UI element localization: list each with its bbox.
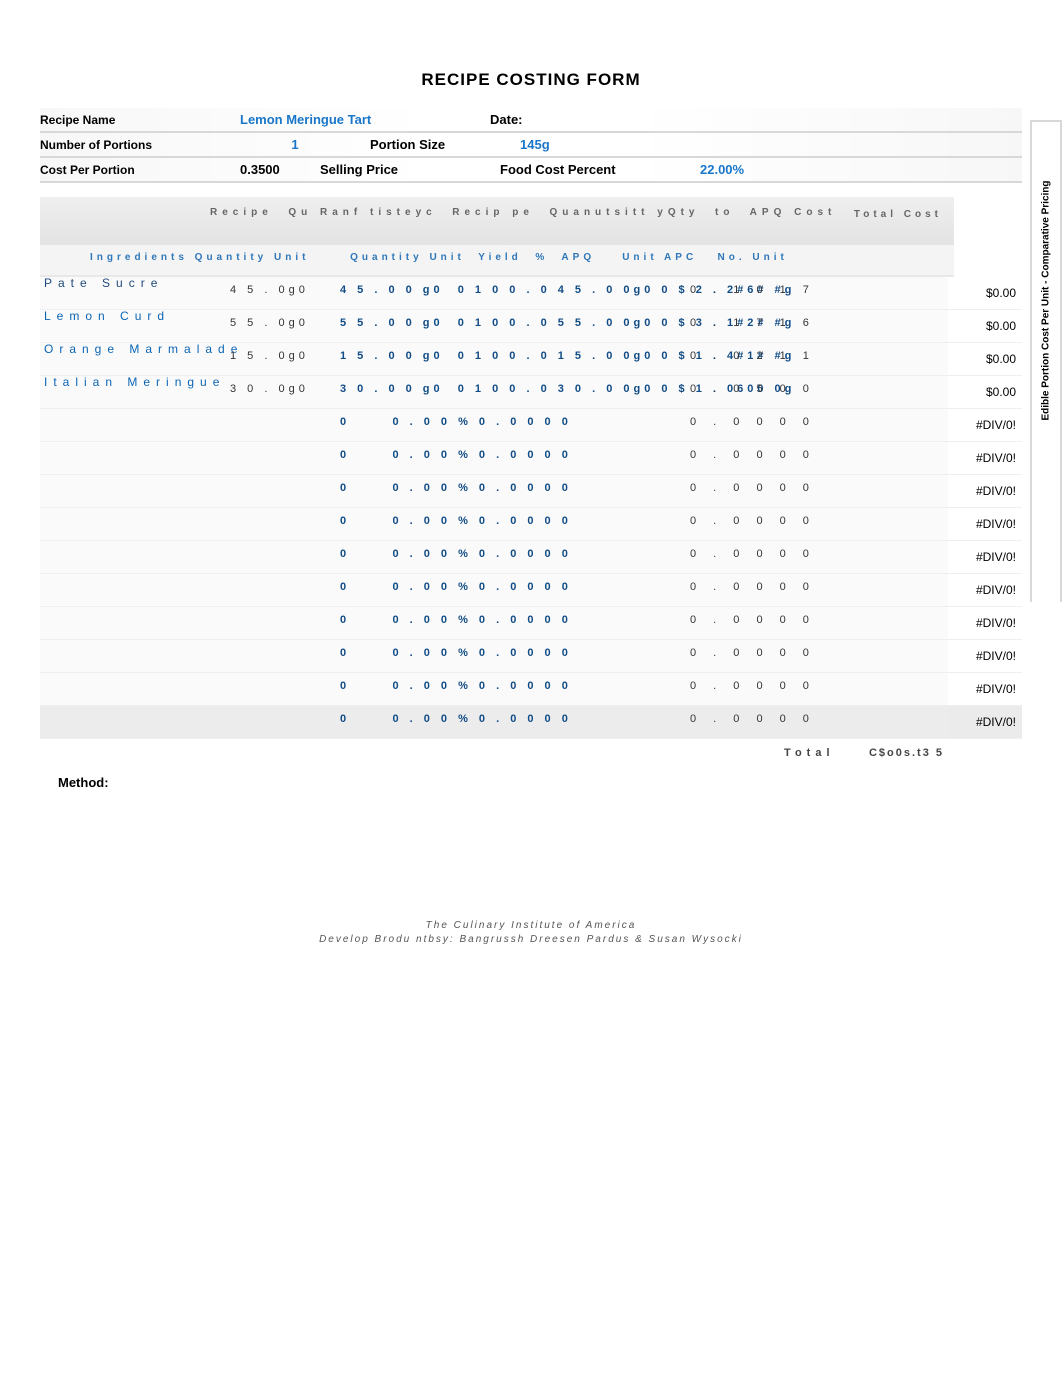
row-comparative-price: #DIV/0! (948, 550, 1022, 564)
row-comparative-price: #DIV/0! (948, 715, 1022, 729)
row-mid-values: 0 0 . 0 0 % 0 . 0 0 0 0 (340, 515, 572, 527)
row-mid-values: 0 0 . 0 0 % 0 . 0 0 0 0 (340, 548, 572, 560)
row-mid-values: 0 0 . 0 0 % 0 . 0 0 0 0 (340, 647, 572, 659)
row-comparative-price: #DIV/0! (948, 616, 1022, 630)
row-total-cost: 0 . 0 0 0 0 (690, 647, 816, 659)
footer-line-1: The Culinary Institute of America (0, 919, 1062, 933)
row-comparative-price: #DIV/0! (948, 649, 1022, 663)
table-row: 0 0 . 0 0 % 0 . 0 0 0 0 0 . 0 0 0 0 #DIV/0… (40, 607, 1022, 640)
vertical-label: Edible Portion Cost Per Unit - Comparati… (1041, 180, 1052, 420)
ingredient-name: Pate Sucre (44, 276, 163, 290)
table-row: Italian Meringue3 0 . 0g03 0 . 0 0 g0 0 … (40, 376, 1022, 409)
cost-per-portion-label: Cost Per Portion (40, 163, 230, 177)
ingredient-name: Orange Marmalade (44, 342, 243, 356)
row-comparative-price: #DIV/0! (948, 451, 1022, 465)
row-mid-values: 0 0 . 0 0 % 0 . 0 0 0 0 (340, 416, 572, 428)
table-row: Pate Sucre4 5 . 0g04 5 . 0 0 g0 0 1 0 0 … (40, 277, 1022, 310)
row-total-cost: 0 . 0 0 0 0 (690, 449, 816, 461)
recipe-quantity: 5 5 . 0g0 (230, 317, 309, 329)
table-row: Orange Marmalade1 5 . 0g01 5 . 0 0 g0 0 … (40, 343, 1022, 376)
portions-label: Number of Portions (40, 138, 230, 152)
portion-size-label: Portion Size (360, 137, 510, 152)
method-label: Method: (58, 775, 1022, 790)
table-row: 0 0 . 0 0 % 0 . 0 0 0 0 0 . 0 0 0 0 #DIV/0… (40, 541, 1022, 574)
footer-line-2: Develop Brodu ntbsy: Bangrussh Dreesen P… (0, 933, 1062, 947)
recipe-name-label: Recipe Name (40, 113, 230, 127)
row-mid-values: 0 0 . 0 0 % 0 . 0 0 0 0 (340, 581, 572, 593)
row-mid-values: 0 0 . 0 0 % 0 . 0 0 0 0 (340, 680, 572, 692)
row-total-cost: 0 . 0 0 0 0 (690, 614, 816, 626)
date-label: Date: (480, 112, 533, 127)
row-total-cost: 0 . 0 0 0 0 (690, 548, 816, 560)
total-value: C$o0s.t3 5 (869, 747, 944, 759)
portions-row: Number of Portions 1 Portion Size 145g (40, 133, 1022, 158)
recipe-quantity: 1 5 . 0g0 (230, 350, 309, 362)
portion-size-value: 145g (510, 137, 610, 152)
vertical-label-box: Edible Portion Cost Per Unit - Comparati… (1030, 120, 1062, 480)
table-row: 0 0 . 0 0 % 0 . 0 0 0 0 0 . 0 0 0 0 #DIV/0… (40, 442, 1022, 475)
row-total-cost: 0 . 0 5 0 0 (690, 383, 816, 395)
table-header-main: Recipe Qu Ranf tisteyc Recip pe Quanutsi… (210, 207, 836, 218)
table-row: 0 0 . 0 0 % 0 . 0 0 0 0 0 . 0 0 0 0 #DIV/0… (40, 673, 1022, 706)
table-row: Lemon Curd5 5 . 0g05 5 . 0 0 g0 0 1 0 0 … (40, 310, 1022, 343)
page-footer: The Culinary Institute of America Develo… (0, 919, 1062, 947)
table-row: 0 0 . 0 0 % 0 . 0 0 0 0 0 . 0 0 0 0 #DIV/0… (40, 508, 1022, 541)
row-total-cost: 0 . 0 2 1 1 (690, 350, 816, 362)
totals-row: Total C$o0s.t3 5 (40, 739, 1022, 765)
row-total-cost: 0 . 0 0 0 0 (690, 482, 816, 494)
recipe-quantity: 4 5 . 0g0 (230, 284, 309, 296)
row-mid-values: 0 0 . 0 0 % 0 . 0 0 0 0 (340, 713, 572, 725)
table-row: 0 0 . 0 0 % 0 . 0 0 0 0 0 . 0 0 0 0 #DIV/0… (40, 706, 1022, 739)
row-comparative-price: #DIV/0! (948, 484, 1022, 498)
row-comparative-price: #DIV/0! (948, 517, 1022, 531)
row-total-cost: 0 . 0 0 0 0 (690, 416, 816, 428)
selling-price-label: Selling Price (310, 162, 490, 177)
table-row: 0 0 . 0 0 % 0 . 0 0 0 0 0 . 0 0 0 0 #DIV/0… (40, 574, 1022, 607)
row-total-cost: 0 . 1 7 1 6 (690, 317, 816, 329)
ingredient-name: Lemon Curd (44, 309, 170, 323)
ingredient-name: Italian Meringue (44, 375, 225, 389)
recipe-name-row: Recipe Name Lemon Meringue Tart Date: (40, 108, 1022, 133)
costing-table: Recipe Qu Ranf tisteyc Recip pe Quanutsi… (40, 197, 1022, 765)
row-comparative-price: #DIV/0! (948, 418, 1022, 432)
table-row: 0 0 . 0 0 % 0 . 0 0 0 0 0 . 0 0 0 0 #DIV/0… (40, 409, 1022, 442)
row-mid-values: 0 0 . 0 0 % 0 . 0 0 0 0 (340, 449, 572, 461)
row-total-cost: 0 . 0 0 0 0 (690, 680, 816, 692)
recipe-name-value: Lemon Meringue Tart (230, 112, 480, 127)
food-cost-percent-value: 22.00% (690, 162, 754, 177)
row-mid-values: 0 0 . 0 0 % 0 . 0 0 0 0 (340, 482, 572, 494)
row-total-cost: 0 . 1 0 1 7 (690, 284, 816, 296)
portions-value: 1 (230, 137, 360, 152)
total-label: Total (784, 747, 834, 759)
recipe-quantity: 3 0 . 0g0 (230, 383, 309, 395)
row-total-cost: 0 . 0 0 0 0 (690, 515, 816, 527)
table-row: 0 0 . 0 0 % 0 . 0 0 0 0 0 . 0 0 0 0 #DIV/0… (40, 640, 1022, 673)
row-comparative-price: $0.00 (948, 319, 1022, 333)
row-comparative-price: $0.00 (948, 385, 1022, 399)
row-mid-values: 0 0 . 0 0 % 0 . 0 0 0 0 (340, 614, 572, 626)
table-header-row-2: Ingredients Quantity Unit Quantity Unit … (40, 245, 954, 277)
food-cost-percent-label: Food Cost Percent (490, 162, 690, 177)
page-title: RECIPE COSTING FORM (40, 70, 1022, 90)
table-row: 0 0 . 0 0 % 0 . 0 0 0 0 0 . 0 0 0 0 #DIV/0… (40, 475, 1022, 508)
row-comparative-price: #DIV/0! (948, 682, 1022, 696)
table-header-total: Total Cost (854, 209, 942, 220)
table-header-row-1: Recipe Qu Ranf tisteyc Recip pe Quanutsi… (40, 197, 954, 245)
table-header-sub: Ingredients Quantity Unit Quantity Unit … (90, 252, 788, 263)
row-comparative-price: #DIV/0! (948, 583, 1022, 597)
row-comparative-price: $0.00 (948, 352, 1022, 366)
row-comparative-price: $0.00 (948, 286, 1022, 300)
cost-row: Cost Per Portion 0.3500 Selling Price Fo… (40, 158, 1022, 183)
cost-per-portion-value: 0.3500 (230, 162, 310, 177)
row-total-cost: 0 . 0 0 0 0 (690, 713, 816, 725)
row-total-cost: 0 . 0 0 0 0 (690, 581, 816, 593)
